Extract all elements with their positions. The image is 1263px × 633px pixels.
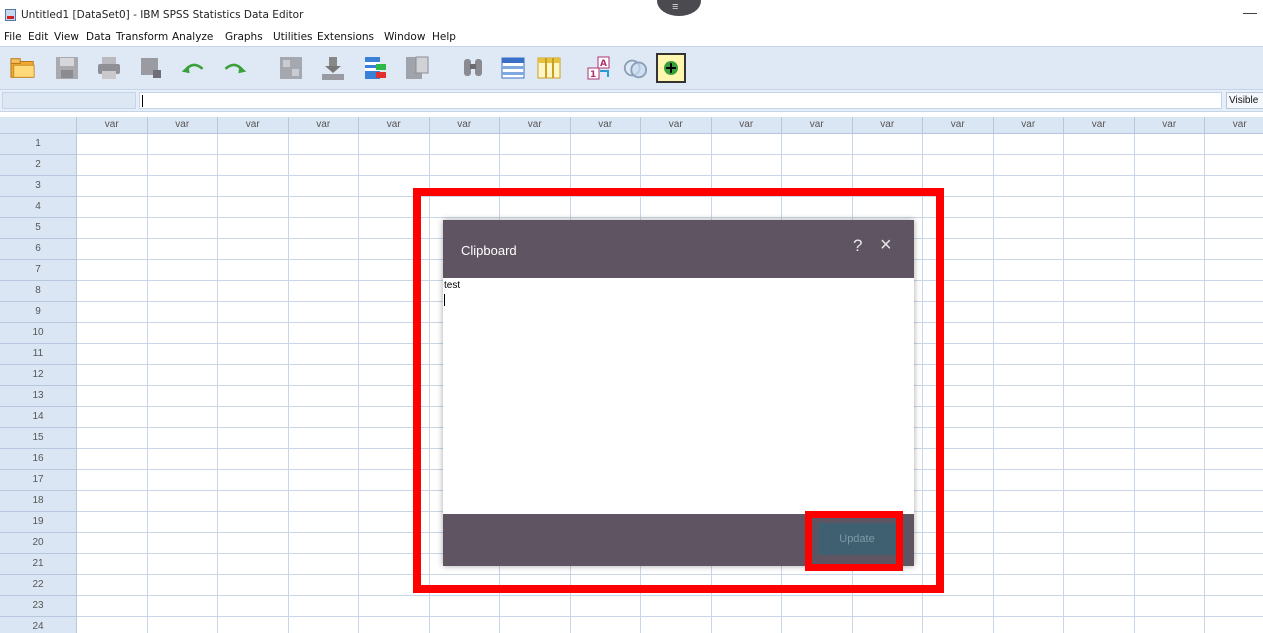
column-header[interactable]: var [218,117,289,134]
row-header[interactable]: 3 [0,176,77,197]
column-header[interactable]: var [1205,117,1263,134]
spss-app-icon [5,9,16,21]
menu-transform[interactable]: Transform [116,31,168,43]
column-header[interactable]: var [77,117,148,134]
menu-window[interactable]: Window [384,31,425,43]
find-icon[interactable] [460,55,486,81]
row-header[interactable]: 1 [0,134,77,155]
goto-variable-icon[interactable] [320,55,346,81]
cell-editor-bar: Visible [0,90,1263,112]
menu-view[interactable]: View [54,31,79,43]
row-header[interactable]: 18 [0,491,77,512]
drag-handle[interactable]: ≡ [657,0,701,16]
column-header[interactable]: var [852,117,923,134]
row-header[interactable]: 20 [0,533,77,554]
column-header[interactable]: var [1134,117,1205,134]
column-gridline [1204,134,1205,633]
title-bar: Untitled1 [DataSet0] - IBM SPSS Statisti… [0,0,1263,30]
row-header[interactable]: 9 [0,302,77,323]
show-all-variables-icon [664,61,678,75]
column-header[interactable]: var [993,117,1064,134]
menu-analyze[interactable]: Analyze [172,31,213,43]
goto-case-icon[interactable] [278,55,304,81]
row-header[interactable]: 8 [0,281,77,302]
column-gridline [358,134,359,633]
menu-handle-icon: ≡ [672,1,679,13]
row-gridline [77,175,1263,176]
row-header[interactable]: 16 [0,449,77,470]
open-icon[interactable] [10,55,36,81]
save-icon[interactable] [54,55,80,81]
column-header[interactable]: var [923,117,994,134]
redo-icon[interactable] [222,55,248,81]
row-gridline [77,154,1263,155]
menu-help[interactable]: Help [432,31,456,43]
column-header[interactable]: var [288,117,359,134]
menu-data[interactable]: Data [86,31,111,43]
row-header[interactable]: 2 [0,155,77,176]
row-header[interactable]: 6 [0,239,77,260]
row-header[interactable]: 21 [0,554,77,575]
row-header[interactable]: 24 [0,617,77,633]
run-descriptives-icon[interactable] [404,55,430,81]
show-all-variables-button[interactable] [656,53,686,83]
svg-text:1: 1 [590,70,596,80]
menu-graphs[interactable]: Graphs [225,31,263,43]
grid-corner[interactable] [0,117,77,134]
column-header[interactable]: var [359,117,430,134]
column-gridline [217,134,218,633]
column-header[interactable]: var [782,117,853,134]
column-gridline [146,134,148,633]
row-header[interactable]: 10 [0,323,77,344]
insert-variable-icon[interactable] [536,55,562,81]
column-gridline [1133,134,1135,633]
dialog-recall-icon[interactable] [138,55,164,81]
value-labels-icon[interactable]: A 1 [586,55,612,81]
column-header[interactable]: var [500,117,571,134]
row-header[interactable]: 13 [0,386,77,407]
spss-data-editor: Untitled1 [DataSet0] - IBM SPSS Statisti… [0,0,1263,633]
column-header[interactable]: var [1064,117,1135,134]
undo-icon[interactable] [180,55,206,81]
cell-value-field[interactable] [139,92,1222,109]
print-icon[interactable] [96,55,122,81]
row-header[interactable]: 4 [0,197,77,218]
menu-file[interactable]: File [4,31,22,43]
menu-edit[interactable]: Edit [28,31,48,43]
use-sets-icon[interactable] [622,55,648,81]
minimize-button[interactable]: — [1243,4,1257,20]
row-gridline [77,595,1263,596]
column-header[interactable]: var [711,117,782,134]
row-header[interactable]: 19 [0,512,77,533]
column-header[interactable]: var [570,117,641,134]
insert-cases-icon[interactable] [500,55,526,81]
menu-bar: File Edit View Data Transform Analyze Gr… [0,30,1263,46]
svg-text:A: A [600,59,607,69]
row-gridline [77,616,1263,617]
row-header[interactable]: 12 [0,365,77,386]
row-header[interactable]: 14 [0,407,77,428]
toolbar: A 1 [0,46,1263,90]
text-caret [142,95,143,107]
column-header[interactable]: var [429,117,500,134]
column-header[interactable]: var [641,117,712,134]
column-header[interactable]: var [147,117,218,134]
row-header[interactable]: 23 [0,596,77,617]
row-header[interactable]: 11 [0,344,77,365]
row-header[interactable]: 5 [0,218,77,239]
column-gridline [287,134,289,633]
variables-icon[interactable] [362,55,388,81]
update-button-highlight-box [805,511,903,571]
cell-reference-field[interactable] [2,92,136,109]
visible-variables-label: Visible [1226,92,1263,109]
menu-utilities[interactable]: Utilities [273,31,313,43]
menu-extensions[interactable]: Extensions [317,31,374,43]
row-header[interactable]: 22 [0,575,77,596]
row-header[interactable]: 7 [0,260,77,281]
column-gridline [1063,134,1064,633]
window-title: Untitled1 [DataSet0] - IBM SPSS Statisti… [21,9,304,21]
row-header[interactable]: 15 [0,428,77,449]
column-gridline [992,134,994,633]
row-header[interactable]: 17 [0,470,77,491]
